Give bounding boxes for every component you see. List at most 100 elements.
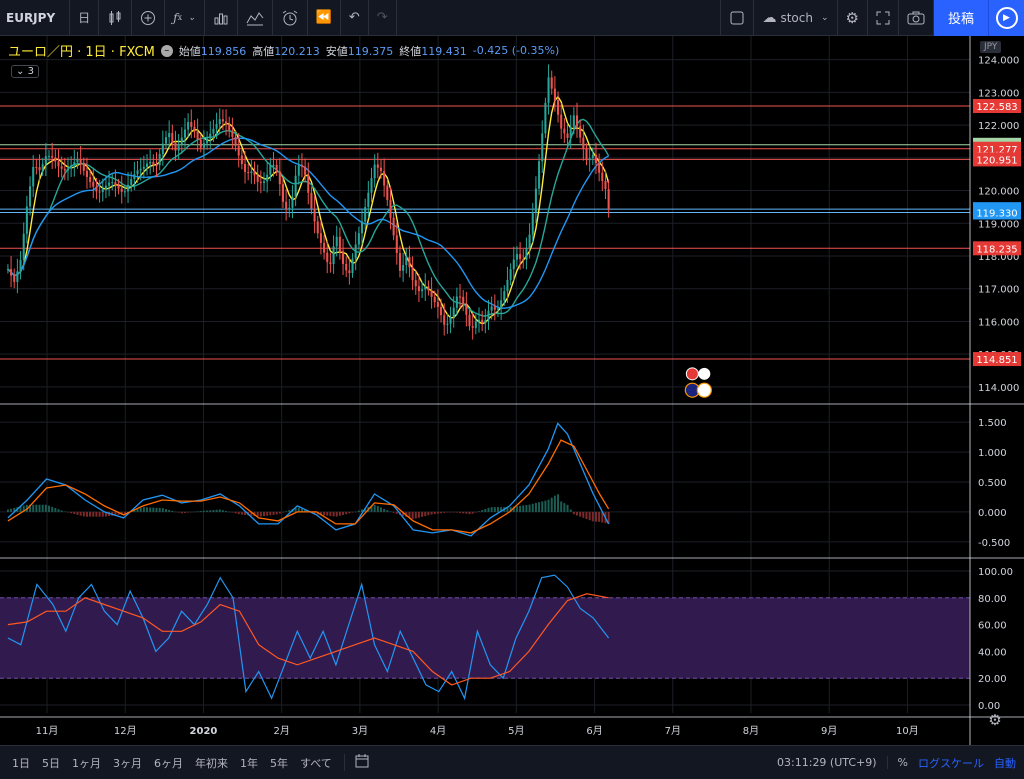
legend-low: 安値119.375 bbox=[326, 43, 394, 59]
candle-body bbox=[168, 133, 171, 138]
macd-histogram-bar bbox=[354, 511, 357, 513]
camera-icon[interactable] bbox=[899, 0, 934, 36]
goto-date-icon[interactable] bbox=[343, 754, 369, 771]
range-button[interactable]: すべて bbox=[294, 755, 338, 771]
macd-histogram-bar bbox=[515, 506, 518, 512]
candle-body bbox=[436, 302, 439, 307]
legend-high: 高値120.213 bbox=[252, 43, 320, 59]
macd-histogram-bar bbox=[48, 505, 51, 512]
candle-body bbox=[57, 161, 60, 167]
macd-histogram-bar bbox=[338, 511, 341, 516]
compare-icon[interactable] bbox=[132, 0, 166, 36]
macd-histogram-bar bbox=[544, 500, 547, 512]
price-tick-label: 123.000 bbox=[978, 88, 1019, 99]
clock-label[interactable]: 03:11:29 (UTC+9) bbox=[777, 756, 877, 769]
candle-body bbox=[493, 306, 496, 310]
macd-histogram-bar bbox=[73, 511, 76, 515]
macd-histogram-bar bbox=[531, 503, 534, 512]
candle-body bbox=[35, 167, 38, 169]
macd-histogram-bar bbox=[462, 511, 465, 514]
candle-style-icon[interactable] bbox=[99, 0, 133, 36]
macd-histogram-bar bbox=[66, 511, 69, 513]
candle-body bbox=[575, 115, 579, 127]
level-price-tag-text: 114.851 bbox=[976, 355, 1017, 366]
range-button[interactable]: 6ヶ月 bbox=[148, 755, 189, 771]
macd-histogram-bar bbox=[414, 511, 417, 519]
candle-body bbox=[225, 121, 228, 125]
candle-body bbox=[484, 320, 487, 324]
layout-selector-button[interactable]: ☁ stoch ⌄ bbox=[754, 0, 838, 36]
macd-histogram-bar bbox=[373, 504, 376, 512]
candle-body bbox=[313, 208, 316, 222]
range-buttons: 1日 5日 1ヶ月 3ヶ月 6ヶ月 年初来 1年 5年 すべて bbox=[0, 755, 338, 771]
macd-histogram-bar bbox=[278, 511, 281, 514]
post-button[interactable]: 投稿 bbox=[933, 0, 988, 36]
range-button[interactable]: 1年 bbox=[234, 755, 264, 771]
macd-histogram-bar bbox=[171, 510, 174, 512]
indicators-icon[interactable]: ƒx ⌄ bbox=[165, 0, 205, 36]
redo-icon[interactable]: ↷ bbox=[369, 0, 397, 36]
candle-body bbox=[89, 177, 92, 182]
candle-body bbox=[335, 236, 338, 247]
log-scale-button[interactable]: ログスケール bbox=[918, 755, 984, 771]
financials-icon[interactable] bbox=[205, 0, 238, 36]
candle-body bbox=[294, 175, 297, 197]
macd-histogram-bar bbox=[158, 507, 161, 512]
macd-histogram-bar bbox=[57, 509, 60, 512]
auto-scale-button[interactable]: 自動 bbox=[994, 755, 1016, 771]
svg-text:⚙: ⚙ bbox=[988, 711, 1001, 729]
interval-button[interactable]: 日 bbox=[70, 0, 100, 36]
fullscreen-square-icon[interactable] bbox=[720, 0, 755, 36]
undo-icon[interactable]: ↶ bbox=[341, 0, 369, 36]
candle-body bbox=[607, 189, 610, 210]
expand-icon[interactable] bbox=[868, 0, 899, 36]
candle-body bbox=[215, 124, 218, 129]
candle-body bbox=[136, 170, 139, 175]
candle-body bbox=[54, 157, 57, 162]
macd-histogram-bar bbox=[85, 511, 88, 517]
chart-area[interactable]: 114.000115.000116.000117.000118.000119.0… bbox=[0, 36, 1024, 745]
axis-settings-gear-icon[interactable]: ⚙ bbox=[988, 711, 1001, 729]
macd-histogram-bar bbox=[496, 507, 499, 512]
candle-body bbox=[278, 171, 281, 185]
replay-icon[interactable]: ⏪ bbox=[308, 0, 341, 36]
event-marker-flag bbox=[696, 382, 712, 398]
open-value: 119.856 bbox=[200, 44, 247, 58]
candle-body bbox=[367, 192, 370, 208]
percent-scale-button[interactable]: % bbox=[886, 756, 908, 769]
macd-histogram-bar bbox=[139, 507, 142, 512]
macd-histogram-bar bbox=[598, 511, 601, 522]
range-button[interactable]: 5日 bbox=[36, 755, 66, 771]
settings-gear-icon[interactable]: ⚙ bbox=[838, 0, 868, 36]
range-button[interactable]: 5年 bbox=[264, 755, 294, 771]
candle-body bbox=[193, 126, 196, 132]
candle-body bbox=[180, 137, 183, 145]
range-button[interactable]: 3ヶ月 bbox=[107, 755, 148, 771]
top-toolbar: EURJPY 日 ƒx ⌄ ⏪ ↶ ↷ ☁ stoch ⌄ ⚙ 投稿 ▶ bbox=[0, 0, 1024, 36]
macd-histogram-bar bbox=[177, 511, 180, 513]
play-icon: ▶ bbox=[995, 6, 1018, 29]
candle-body bbox=[70, 165, 73, 169]
macd-histogram-bar bbox=[136, 509, 139, 512]
indicators-collapse-button[interactable]: ⌄ 3 bbox=[11, 65, 39, 78]
candle-body bbox=[101, 188, 104, 193]
macd-histogram-bar bbox=[187, 511, 190, 513]
publish-play-button[interactable]: ▶ bbox=[988, 0, 1024, 36]
templates-icon[interactable] bbox=[238, 0, 273, 36]
candle-body bbox=[379, 167, 383, 172]
range-button[interactable]: 1日 bbox=[6, 755, 36, 771]
range-button[interactable]: 1ヶ月 bbox=[66, 755, 107, 771]
candle-body bbox=[127, 184, 130, 192]
legend-open: 始値119.856 bbox=[179, 43, 247, 59]
macd-histogram-bar bbox=[164, 509, 167, 512]
hide-series-icon[interactable]: – bbox=[160, 44, 173, 57]
candle-body bbox=[247, 172, 250, 174]
macd-histogram-bar bbox=[259, 511, 262, 517]
alert-clock-icon[interactable] bbox=[273, 0, 308, 36]
candle-body bbox=[560, 114, 563, 129]
candle-body bbox=[557, 100, 560, 115]
macd-histogram-bar bbox=[237, 511, 240, 515]
range-button[interactable]: 年初来 bbox=[189, 755, 234, 771]
symbol-search-button[interactable]: EURJPY bbox=[0, 0, 71, 36]
macd-histogram-bar bbox=[51, 506, 54, 512]
